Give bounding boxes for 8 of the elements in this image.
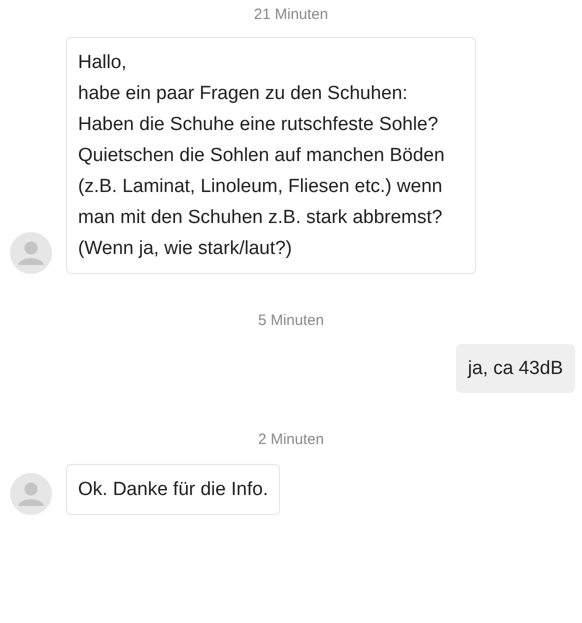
avatar-icon [10, 472, 52, 514]
timestamp: 2 Minuten [258, 430, 324, 450]
avatar-icon [10, 232, 52, 274]
timestamp: 5 Minuten [258, 310, 324, 330]
incoming-message: Hallo, habe ein paar Fragen zu den Schuhen: Haben die Schuhe eine rutschfeste Sohle? Quietschen die Sohlen auf manchen Böden (z.B. Laminat, Linoleum, Fliesen etc.) wenn man mit den Schuhen z.B. stark abbremst? (Wenn ja, wie stark/laut?) [66, 36, 476, 274]
incoming-message: Ok. Danke für die Info. [66, 464, 280, 514]
outgoing-message: ja, ca 43dB [456, 344, 575, 393]
timestamp: 21 Minuten [254, 5, 328, 25]
